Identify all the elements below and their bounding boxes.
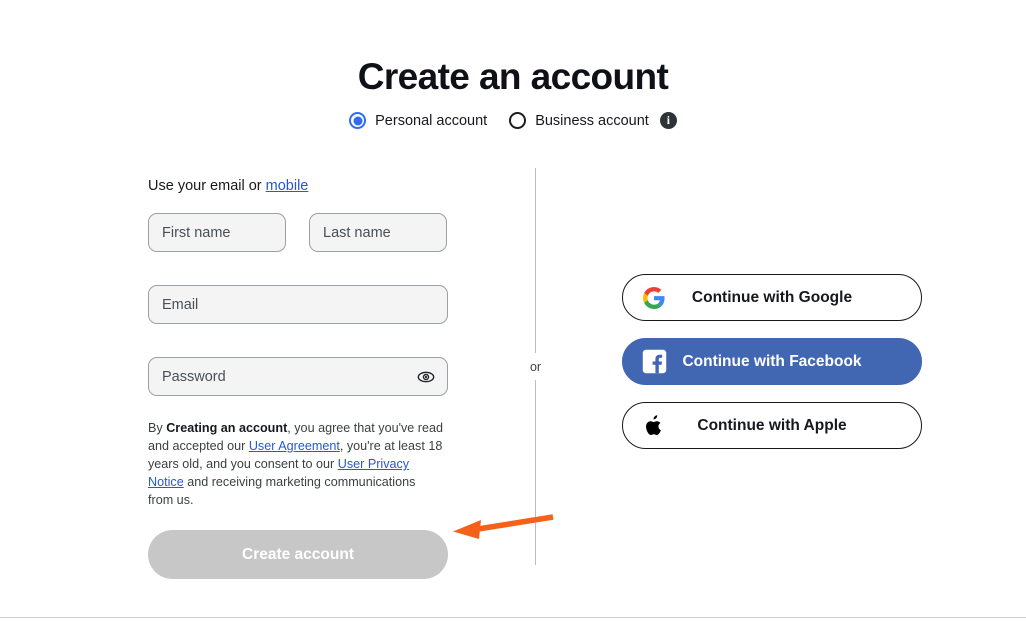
radio-label-personal-account: Personal account [375, 112, 488, 129]
signup-form: Use your email or mobile By Creating an … [148, 178, 448, 579]
first-name-input[interactable] [148, 213, 286, 252]
social-login-options: Continue with Google Continue with Faceb… [622, 274, 922, 449]
password-input[interactable] [148, 357, 448, 396]
email-field-wrapper [148, 285, 448, 324]
page-title: Create an account [357, 56, 669, 97]
eye-icon [417, 371, 435, 382]
user-agreement-link[interactable]: User Agreement [249, 439, 340, 453]
radio-option-business-account[interactable]: Business account [509, 112, 649, 129]
continue-with-facebook-button[interactable]: Continue with Facebook [622, 338, 922, 385]
facebook-icon [641, 349, 667, 375]
or-divider: or [525, 168, 546, 565]
continue-with-google-label: Continue with Google [691, 288, 853, 306]
last-name-input[interactable] [309, 213, 447, 252]
continue-with-apple-button[interactable]: Continue with Apple [622, 402, 922, 449]
terms-part-4: and receiving marketing communications f… [148, 475, 416, 507]
account-type-radio-group: Personal account Business account i [0, 112, 1026, 129]
annotation-arrow [453, 514, 554, 539]
google-icon [641, 285, 667, 311]
radio-option-personal-account[interactable]: Personal account [349, 112, 487, 129]
password-field-wrapper [148, 357, 448, 396]
divider-label: or [525, 353, 546, 380]
use-email-or-mobile-text: Use your email or mobile [148, 178, 448, 194]
mobile-link[interactable]: mobile [266, 178, 309, 194]
continue-with-facebook-label: Continue with Facebook [682, 352, 862, 370]
create-account-button[interactable]: Create account [148, 530, 448, 579]
radio-selected-icon[interactable] [349, 112, 367, 129]
radio-label-business-account: Business account [535, 112, 649, 129]
footer-divider [0, 617, 1026, 618]
divider-line-bottom [535, 380, 536, 565]
terms-and-conditions-text: By Creating an account, you agree that y… [148, 419, 444, 509]
divider-line-top [535, 168, 536, 353]
continue-with-apple-label: Continue with Apple [697, 416, 847, 434]
name-fields-row [148, 213, 448, 252]
email-input[interactable] [148, 285, 448, 324]
continue-with-google-button[interactable]: Continue with Google [622, 274, 922, 321]
terms-bold-phrase: Creating an account [166, 421, 288, 435]
arrow-left-icon [453, 514, 554, 539]
info-icon[interactable]: i [659, 112, 677, 129]
apple-icon [641, 413, 667, 439]
password-visibility-toggle-button[interactable] [415, 366, 437, 388]
radio-unselected-icon[interactable] [509, 112, 527, 129]
use-email-prefix: Use your email or [148, 178, 266, 194]
terms-part-1: By [148, 421, 167, 435]
